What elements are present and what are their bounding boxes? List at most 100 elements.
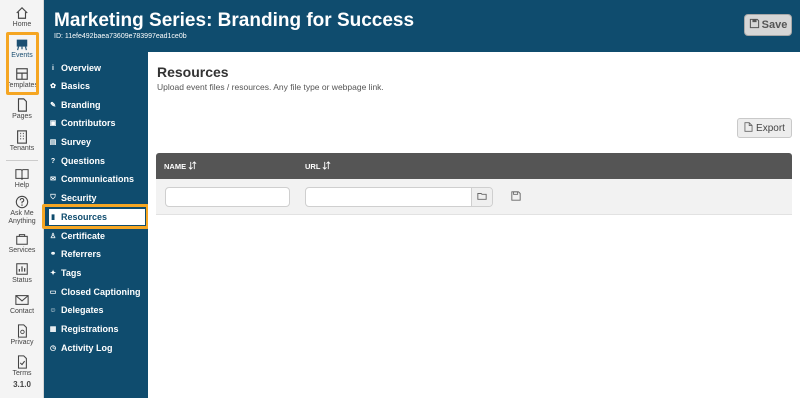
rail-label: Privacy — [10, 339, 34, 346]
nav-item-label: Activity Log — [61, 343, 113, 353]
nav-item-label: Questions — [61, 156, 106, 166]
rail-item-services[interactable]: Services — [0, 232, 44, 255]
rail-label: Ask Me Anything — [8, 210, 36, 225]
contact-icon — [15, 293, 29, 307]
rail-item-home[interactable]: Home — [0, 6, 44, 29]
highlight-box-rail — [6, 32, 39, 95]
question-mark-icon: ? — [50, 157, 56, 165]
rail-item-help[interactable]: Help — [0, 167, 44, 190]
rail-label: Services — [8, 247, 36, 254]
page-title: Marketing Series: Branding for Success — [54, 10, 415, 31]
nav-item-registrations[interactable]: ▦ Registrations — [49, 321, 145, 337]
export-button[interactable]: Export — [737, 118, 792, 138]
rail-item-pages[interactable]: Pages — [0, 98, 44, 121]
home-icon — [15, 6, 29, 20]
rail-item-status[interactable]: Status — [0, 262, 44, 285]
nav-item-label: Tags — [61, 268, 82, 278]
sort-icon — [188, 161, 197, 172]
rail-label: Home — [12, 21, 32, 28]
rail-label: Help — [14, 182, 30, 189]
nav-item-label: Basics — [61, 81, 91, 91]
shield-icon: ⛉ — [50, 194, 56, 201]
page-header: Marketing Series: Branding for Success I… — [44, 0, 800, 52]
rail-item-contact[interactable]: Contact — [0, 293, 44, 316]
section-title: Resources — [157, 64, 229, 80]
nav-item-label: Security — [61, 193, 97, 203]
save-row-icon — [511, 188, 521, 206]
clock-icon: ◷ — [49, 345, 57, 352]
id-card-icon: ▣ — [49, 120, 57, 127]
column-label: URL — [305, 162, 321, 171]
nav-item-label: Closed Captioning — [61, 287, 141, 297]
section-subtitle: Upload event files / resources. Any file… — [157, 82, 384, 92]
folder-icon — [477, 188, 487, 206]
save-button[interactable]: Save — [744, 14, 792, 36]
save-row-button[interactable] — [510, 191, 522, 203]
nav-item-label: Communications — [61, 174, 135, 184]
rail-label: Terms — [12, 370, 32, 377]
award-icon: ♙ — [49, 233, 57, 240]
nav-item-referrers[interactable]: ⚭ Referrers — [49, 246, 145, 262]
rail-item-tenants[interactable]: Tenants — [0, 130, 44, 153]
rail-item-terms[interactable]: Terms — [0, 355, 44, 378]
save-icon — [749, 18, 760, 32]
nav-item-delegates[interactable]: ☺ Delegates — [49, 302, 145, 318]
help-book-icon — [15, 167, 29, 181]
rail-label: Contact — [9, 308, 35, 315]
resources-table-header: NAME URL — [156, 153, 792, 179]
rail-item-privacy[interactable]: Privacy — [0, 324, 44, 347]
nav-item-label: Certificate — [61, 231, 106, 241]
palette-icon: ✿ — [50, 83, 56, 90]
nav-item-contributors[interactable]: ▣ Contributors — [49, 115, 145, 131]
column-header-url[interactable]: URL — [305, 161, 331, 172]
export-label: Export — [756, 122, 785, 134]
highlight-box-resources — [42, 204, 149, 229]
tag-icon: ✦ — [50, 270, 56, 277]
save-label: Save — [761, 19, 788, 31]
nav-item-label: Delegates — [61, 305, 104, 315]
cc-icon: ▭ — [49, 289, 57, 296]
sort-icon — [322, 161, 331, 172]
rail-label: Pages — [12, 113, 32, 120]
nav-item-overview[interactable]: i Overview — [49, 60, 145, 76]
table-row — [156, 179, 792, 215]
nav-item-tags[interactable]: ✦ Tags — [49, 265, 145, 281]
survey-icon: ▤ — [49, 139, 57, 146]
nav-item-label: Overview — [61, 63, 102, 73]
question-icon — [15, 195, 29, 209]
nav-item-survey[interactable]: ▤ Survey — [49, 134, 145, 150]
nav-item-questions[interactable]: ? Questions — [49, 153, 145, 169]
export-icon — [744, 121, 753, 135]
column-label: NAME — [164, 162, 187, 171]
people-icon: ☺ — [49, 306, 57, 314]
nav-item-label: Branding — [61, 100, 101, 110]
list-icon: ▦ — [49, 326, 57, 333]
nav-item-closed-captioning[interactable]: ▭ Closed Captioning — [49, 284, 145, 300]
nav-item-activity-log[interactable]: ◷ Activity Log — [49, 340, 145, 356]
info-icon: i — [52, 64, 54, 72]
event-id: ID: 11efe492baea73609e783997ead1ce0b — [54, 33, 187, 40]
nav-item-label: Registrations — [61, 324, 119, 334]
main-content: Resources Upload event files / resources… — [148, 52, 800, 398]
nav-item-certificate[interactable]: ♙ Certificate — [49, 228, 145, 244]
brush-icon: ✎ — [50, 102, 56, 109]
envelope-icon: ✉ — [50, 176, 56, 183]
nav-item-communications[interactable]: ✉ Communications — [49, 171, 145, 187]
name-input[interactable] — [165, 187, 290, 207]
privacy-icon — [15, 324, 29, 338]
rail-divider — [6, 160, 38, 161]
nav-item-branding[interactable]: ✎ Branding — [49, 97, 145, 113]
browse-folder-button[interactable] — [471, 188, 492, 206]
terms-icon — [15, 355, 29, 369]
url-input[interactable] — [305, 187, 493, 207]
nav-item-label: Contributors — [61, 118, 116, 128]
nav-item-label: Referrers — [61, 249, 102, 259]
nav-item-label: Survey — [61, 137, 92, 147]
pages-icon — [15, 98, 29, 112]
rail-label: Tenants — [9, 145, 35, 152]
app-version: 3.1.0 — [13, 380, 31, 389]
status-icon — [15, 262, 29, 276]
rail-item-ask-me-anything[interactable]: Ask Me Anything — [0, 195, 44, 226]
column-header-name[interactable]: NAME — [164, 161, 197, 172]
nav-item-basics[interactable]: ✿ Basics — [49, 78, 145, 94]
